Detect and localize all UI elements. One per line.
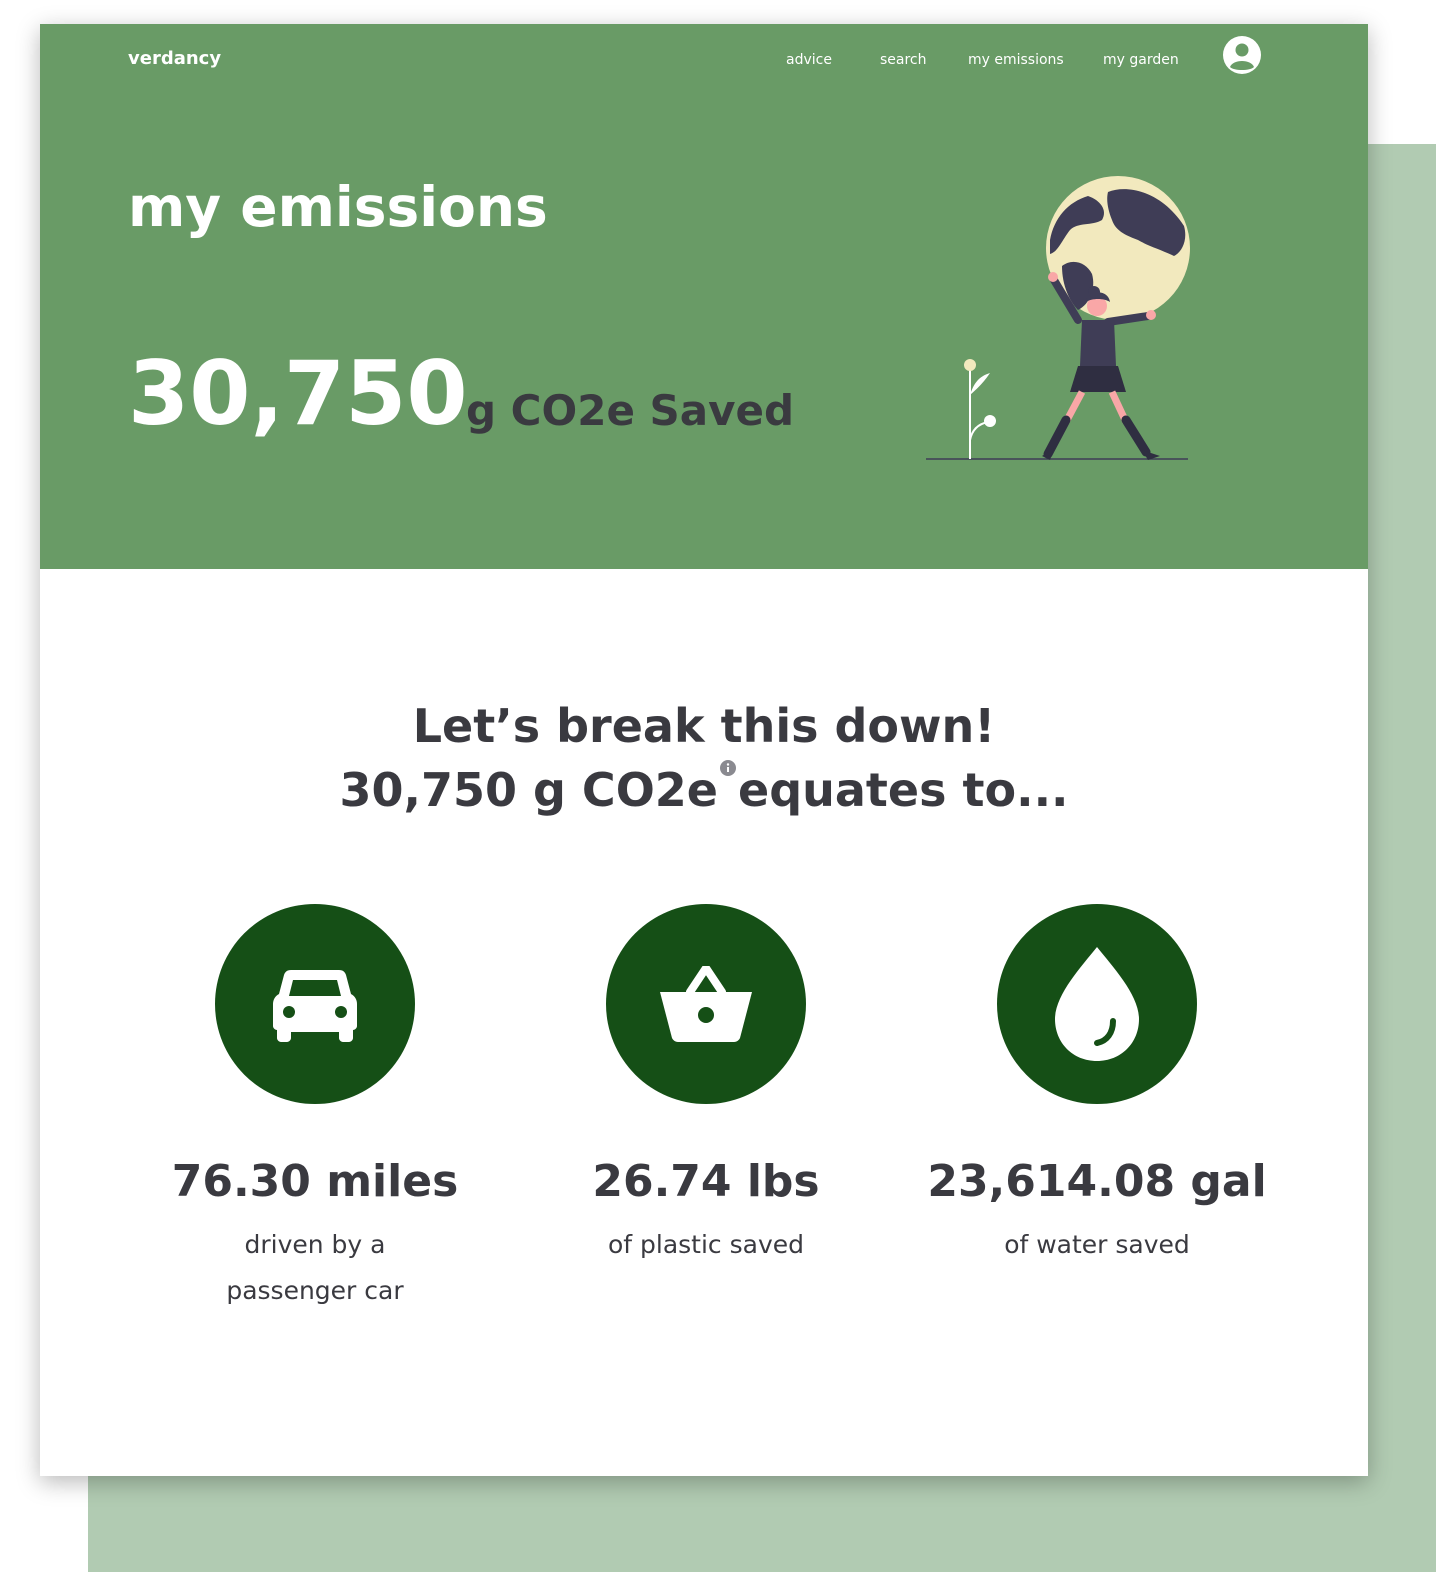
page-title: my emissions: [128, 175, 548, 239]
user-circle-icon[interactable]: [1222, 35, 1262, 75]
stat-icon-circle: [215, 904, 415, 1104]
brand-logo[interactable]: verdancy: [128, 48, 221, 69]
person-holding-globe-illustration: [926, 176, 1190, 460]
stat-desc-water: of water saved: [1004, 1230, 1190, 1259]
nav-search[interactable]: search: [880, 52, 927, 68]
info-icon[interactable]: [720, 760, 737, 776]
stat-desc-miles: driven by a passenger car: [226, 1230, 404, 1305]
basket-icon: [660, 966, 752, 1042]
car-icon: [273, 970, 357, 1042]
stat-desc-plastic: of plastic saved: [607, 1230, 805, 1259]
page-card: verdancy advice search my emissions my g…: [40, 24, 1368, 1476]
stat-card-miles: 76.30 miles driven by a passenger car: [120, 904, 510, 1314]
water-drop-icon: [1055, 947, 1139, 1061]
hero-section: verdancy advice search my emissions my g…: [40, 24, 1368, 569]
stat-value-plastic: 26.74 lbs: [592, 1156, 820, 1207]
nav-my-garden[interactable]: my garden: [1103, 52, 1179, 68]
stat-card-plastic: 26.74 lbs of plastic saved: [511, 904, 901, 1268]
emissions-unit-label: g CO2e Saved: [466, 386, 795, 435]
nav-advice[interactable]: advice: [786, 52, 832, 68]
breakdown-subtitle: 30,750 g CO2e equates to...: [40, 758, 1368, 822]
stat-icon-circle: [997, 904, 1197, 1104]
breakdown-sub-prefix: 30,750 g CO2e: [339, 763, 719, 817]
stat-value-miles: 76.30 miles: [171, 1156, 459, 1207]
stat-value-water: 23,614.08 gal: [927, 1156, 1267, 1207]
stat-card-water: 23,614.08 gal of water saved: [902, 904, 1292, 1268]
breakdown-sub-suffix: equates to...: [738, 763, 1069, 817]
nav-my-emissions[interactable]: my emissions: [968, 52, 1064, 68]
stat-icon-circle: [606, 904, 806, 1104]
breakdown-heading: Let’s break this down! 30,750 g CO2e equa…: [40, 694, 1368, 822]
breakdown-title: Let’s break this down!: [412, 699, 996, 753]
emissions-total-value: 30,750: [128, 342, 468, 445]
